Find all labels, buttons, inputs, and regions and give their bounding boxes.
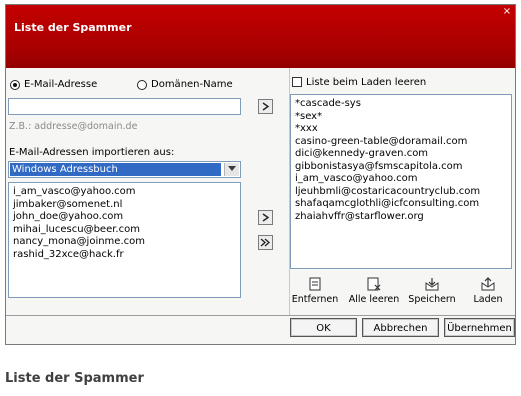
- remove-button[interactable]: Entfernen: [289, 276, 341, 305]
- dialog-title: Liste der Spammer: [14, 21, 132, 34]
- list-item[interactable]: *cascade-sys: [291, 98, 511, 111]
- load-button[interactable]: Laden: [462, 276, 514, 305]
- list-item[interactable]: dici@kennedy-graven.com: [291, 148, 511, 161]
- radio-email-label: E-Mail-Adresse: [24, 79, 98, 90]
- ok-button[interactable]: OK: [290, 318, 357, 337]
- arrow-right-icon: [262, 213, 270, 222]
- spammer-list[interactable]: *cascade-sys *sex* *xxx casino-green-tab…: [290, 94, 512, 269]
- add-all-button[interactable]: [258, 235, 273, 250]
- save-button[interactable]: Speichern: [406, 276, 458, 305]
- import-source-select[interactable]: Windows Adressbuch: [8, 161, 241, 178]
- remove-icon: [309, 277, 321, 291]
- import-source-value: Windows Adressbuch: [10, 163, 221, 176]
- list-item[interactable]: *sex*: [291, 111, 511, 124]
- arrow-right-icon: [262, 102, 270, 111]
- contacts-list[interactable]: i_am_vasco@yahoo.com jimbaker@somenet.nl…: [8, 182, 241, 298]
- list-item[interactable]: nancy_mona@joinme.com: [9, 236, 240, 249]
- radio-email[interactable]: E-Mail-Adresse: [10, 79, 97, 90]
- list-item[interactable]: *xxx: [291, 123, 511, 136]
- chevron-down-icon[interactable]: [224, 163, 239, 176]
- clear-all-label: Alle leeren: [348, 294, 400, 305]
- load-label: Laden: [473, 294, 503, 305]
- remove-label: Entfernen: [291, 294, 339, 305]
- radio-email-dot[interactable]: [10, 79, 20, 90]
- address-hint: Z.B.: addresse@domain.de: [9, 121, 138, 132]
- cancel-button-label: Abbrechen: [363, 319, 438, 336]
- radio-domain-dot[interactable]: [137, 79, 147, 90]
- list-item[interactable]: shafaqamcglothli@icfconsulting.com: [291, 198, 511, 211]
- radio-domain[interactable]: Domänen-Name: [137, 79, 233, 90]
- radio-domain-label: Domänen-Name: [151, 79, 233, 90]
- save-label: Speichern: [408, 294, 456, 305]
- list-item[interactable]: rashid_32xce@hack.fr: [9, 249, 240, 262]
- apply-button[interactable]: Übernehmen: [444, 318, 515, 337]
- cancel-button[interactable]: Abbrechen: [362, 318, 439, 337]
- list-item[interactable]: jimbaker@somenet.nl: [9, 199, 240, 212]
- page-caption: Liste der Spammer: [5, 371, 144, 386]
- list-item[interactable]: zhaiahvffr@starflower.org: [291, 211, 511, 224]
- list-item[interactable]: gibbonistasya@fsmscapitola.com: [291, 161, 511, 174]
- add-address-button[interactable]: [258, 99, 273, 114]
- ok-button-label: OK: [291, 319, 356, 336]
- apply-button-label: Übernehmen: [445, 319, 514, 336]
- list-item[interactable]: i_am_vasco@yahoo.com: [9, 186, 240, 199]
- address-input[interactable]: [8, 98, 241, 115]
- clear-all-button[interactable]: Alle leeren: [348, 276, 400, 305]
- load-icon: [481, 277, 495, 291]
- title-bar: Liste der Spammer ×: [6, 5, 515, 68]
- double-arrow-right-icon: [260, 238, 270, 247]
- list-item[interactable]: ljeuhbmli@costaricacountryclub.com: [291, 186, 511, 199]
- list-item[interactable]: john_doe@yahoo.com: [9, 211, 240, 224]
- add-selected-button[interactable]: [258, 210, 273, 225]
- save-icon: [425, 278, 439, 291]
- close-icon[interactable]: ×: [502, 7, 512, 17]
- list-item[interactable]: mihai_lucescu@beer.com: [9, 224, 240, 237]
- list-item[interactable]: i_am_vasco@yahoo.com: [291, 173, 511, 186]
- clear-all-icon: [367, 277, 381, 291]
- clear-on-load-checkbox[interactable]: [292, 77, 302, 87]
- list-item[interactable]: casino-green-table@doramail.com: [291, 136, 511, 149]
- import-label: E-Mail-Adressen importieren aus:: [9, 147, 175, 158]
- clear-on-load-label: Liste beim Laden leeren: [306, 77, 427, 88]
